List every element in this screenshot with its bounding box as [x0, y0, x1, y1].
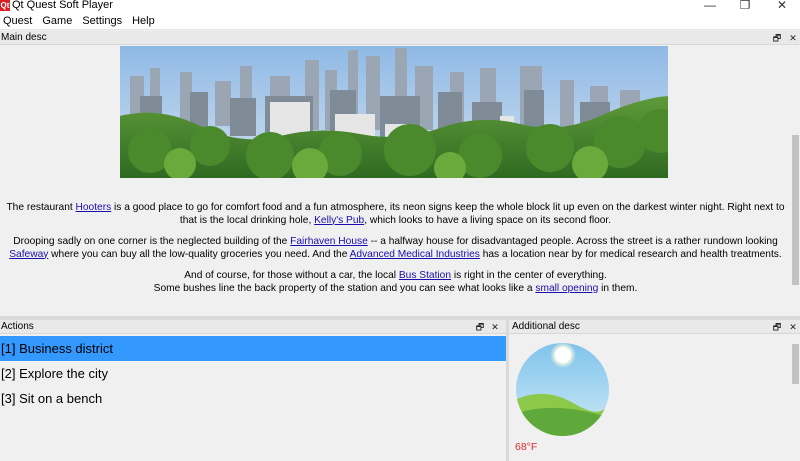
minimize-button[interactable]: — — [695, 0, 725, 13]
link-fairhaven-house[interactable]: Fairhaven House — [290, 236, 368, 247]
description-text: has a location near by for medical resea… — [479, 248, 782, 260]
action-item-explore-city[interactable]: [2] Explore the city — [0, 361, 506, 386]
link-hooters[interactable]: Hooters — [76, 202, 112, 213]
link-small-opening[interactable]: small opening — [535, 283, 598, 294]
close-window-button[interactable]: ✕ — [767, 0, 797, 13]
main-desc-scroll-thumb[interactable] — [792, 135, 799, 285]
actions-dock-title: Actions 🗗 ✕ — [0, 320, 506, 334]
description-text: Drooping sadly on one corner is the negl… — [13, 236, 291, 247]
menu-help[interactable]: Help — [129, 13, 158, 29]
description-paragraph: Drooping sadly on one corner is the negl… — [0, 236, 791, 261]
description-text: -- a halfway house for disadvantaged peo… — [367, 236, 778, 247]
qt-app-icon: Qt — [0, 0, 10, 11]
description-text: where you can buy all the low-quality gr… — [48, 248, 350, 260]
action-item-business-district[interactable]: [1] Business district — [0, 336, 506, 361]
description-text: in them. — [598, 282, 638, 294]
menu-quest[interactable]: Quest — [0, 13, 35, 29]
additional-desc-title: Additional desc — [512, 321, 580, 332]
actions-float-icon[interactable]: 🗗 — [474, 320, 486, 334]
description-paragraph: The restaurant Hooters is a good place t… — [0, 202, 791, 227]
link-advanced-medical-industries[interactable]: Advanced Medical Industries — [350, 249, 480, 260]
window-title-bar: Qt Qt Quest Soft Player — ❐ ✕ — [0, 0, 800, 13]
maximize-button[interactable]: ❐ — [730, 0, 760, 13]
main-desc-dock-title: Main desc 🗗 ✕ — [0, 31, 800, 45]
main-desc-close-icon[interactable]: ✕ — [787, 31, 799, 45]
actions-title: Actions — [1, 321, 34, 332]
temperature-label: 68°F — [515, 441, 538, 453]
description-text: is right in the center of everything. — [451, 270, 607, 281]
main-desc-float-icon[interactable]: 🗗 — [771, 31, 783, 45]
menu-bar: Quest Game Settings Help — [0, 13, 800, 30]
additional-desc-scrollbar[interactable] — [791, 336, 800, 461]
sunny-hills-weather-icon — [515, 342, 610, 437]
link-bus-station[interactable]: Bus Station — [399, 270, 451, 281]
description-text: Some bushes line the back property of th… — [153, 282, 536, 294]
main-desc-title: Main desc — [1, 32, 47, 43]
menu-game[interactable]: Game — [39, 13, 75, 29]
actions-list: [1] Business district [2] Explore the ci… — [0, 336, 506, 461]
action-item-sit-bench[interactable]: [3] Sit on a bench — [0, 386, 506, 411]
additional-desc-panel: 68°F — [509, 336, 791, 461]
description-text: The restaurant — [6, 202, 76, 213]
link-safeway[interactable]: Safeway — [9, 249, 48, 260]
description-paragraph: And of course, for those without a car, … — [0, 270, 791, 295]
window-title: Qt Quest Soft Player — [12, 0, 113, 11]
link-kellys-pub[interactable]: Kelly's Pub — [314, 215, 364, 226]
city-skyline-image — [120, 46, 668, 178]
additional-desc-close-icon[interactable]: ✕ — [787, 320, 799, 334]
description-text: , which looks to have a living space on … — [364, 214, 612, 226]
additional-desc-scroll-thumb[interactable] — [792, 344, 799, 384]
location-description: The restaurant Hooters is a good place t… — [0, 202, 791, 304]
additional-desc-dock-title: Additional desc 🗗 ✕ — [509, 320, 800, 334]
additional-desc-float-icon[interactable]: 🗗 — [771, 320, 783, 334]
description-text: And of course, for those without a car, … — [184, 270, 399, 281]
main-desc-panel: The restaurant Hooters is a good place t… — [0, 45, 791, 316]
main-desc-scrollbar[interactable] — [791, 45, 800, 316]
actions-close-icon[interactable]: ✕ — [489, 320, 501, 334]
menu-settings[interactable]: Settings — [79, 13, 125, 29]
